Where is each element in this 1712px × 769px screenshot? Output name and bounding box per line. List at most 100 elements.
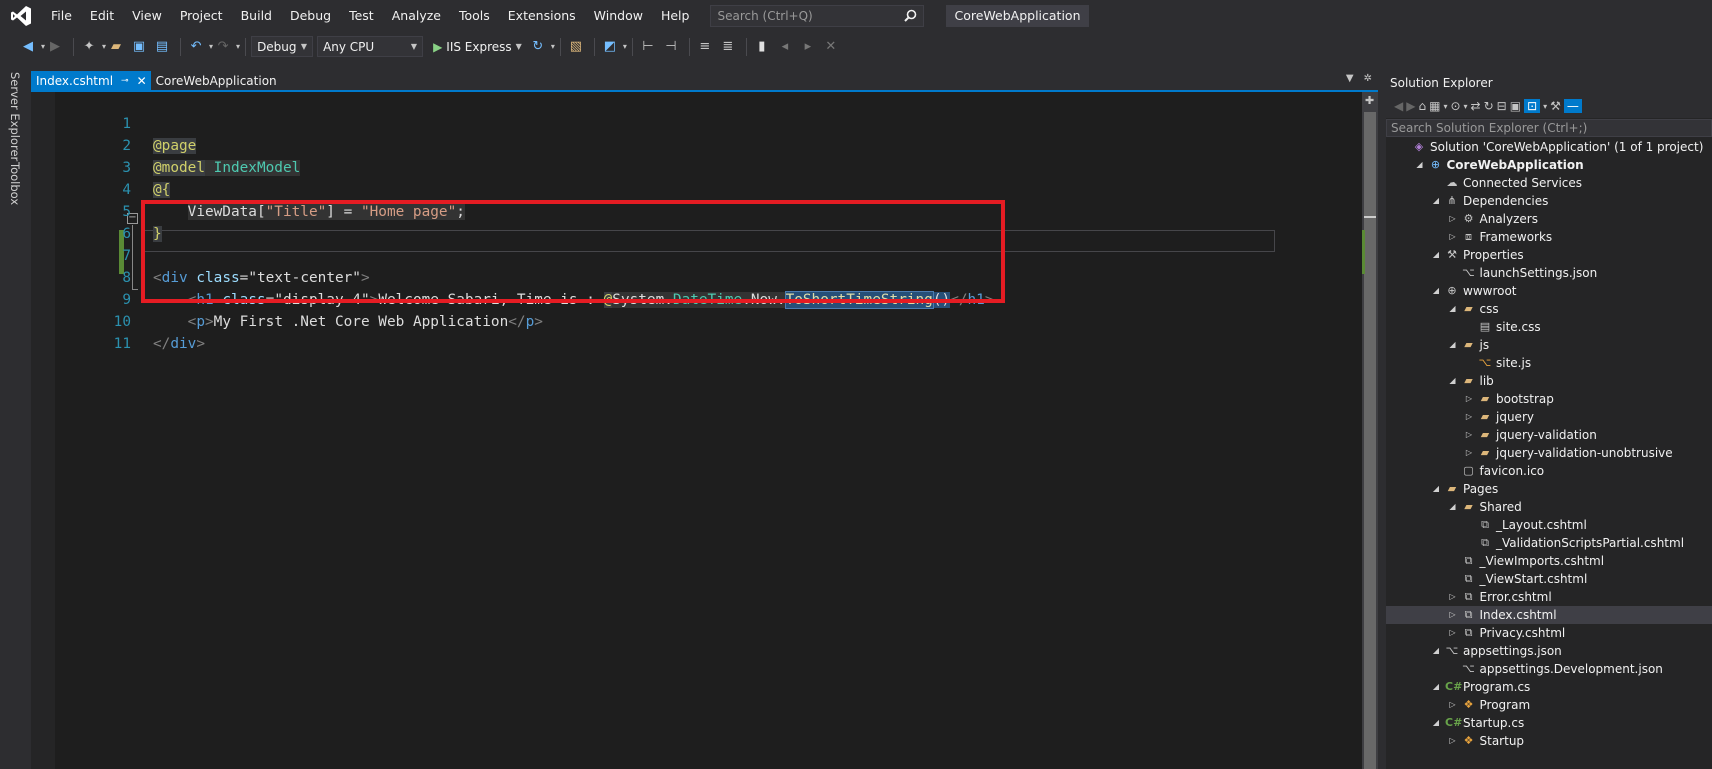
tree-node[interactable]: ◢ ⊕ wwwroot [1386,282,1712,300]
expand-arrow-icon[interactable]: ▷ [1448,624,1458,642]
solution-explorer-search[interactable]: Search Solution Explorer (Ctrl+;) [1386,119,1712,137]
tree-node[interactable]: ▷ ▰ jquery-validation-unobtrusive [1386,444,1712,462]
collapse-arrow-icon[interactable]: ◢ [1431,282,1441,300]
collapse-arrow-icon[interactable]: ◢ [1448,498,1458,516]
gear-icon[interactable]: ✲ [1364,73,1372,84]
properties-wrench-icon[interactable]: ⚒ [1550,99,1561,113]
breadcrumb[interactable]: CoreWebApplication [156,74,277,88]
forward-icon[interactable]: ▶ [1406,99,1415,113]
expand-arrow-icon[interactable]: ▷ [1464,408,1474,426]
pending-changes-filter-icon[interactable]: ⊙ [1450,99,1460,113]
tree-node[interactable]: ⧉ _ValidationScriptsPartial.cshtml [1386,534,1712,552]
save-all-icon[interactable]: ▤ [152,37,172,57]
tree-node[interactable]: ▷ ⧉ Privacy.cshtml [1386,624,1712,642]
menu-build[interactable]: Build [232,0,281,31]
expand-arrow-icon[interactable]: ▷ [1448,588,1458,606]
tree-node[interactable]: ▷ ⧈ Frameworks [1386,228,1712,246]
undo-icon[interactable]: ↶ [186,37,206,57]
tree-node[interactable]: ▷ ▰ bootstrap [1386,390,1712,408]
solution-platform-dropdown[interactable]: Any CPU ▼ [317,36,424,57]
scrollbar-thumb[interactable] [1364,112,1376,769]
collapse-arrow-icon[interactable]: ◢ [1431,246,1441,264]
next-bookmark-icon[interactable]: ▸ [798,37,818,57]
show-all-files-icon[interactable]: ▣ [1510,99,1521,113]
tree-node[interactable]: ◢ ▰ Shared [1386,498,1712,516]
menu-project[interactable]: Project [171,0,232,31]
expand-arrow-icon[interactable]: ▷ [1448,210,1458,228]
visual-studio-logo-icon[interactable] [0,0,42,31]
menu-test[interactable]: Test [340,0,383,31]
collapse-all-icon[interactable]: ⊟ [1497,99,1507,113]
expand-arrow-icon[interactable]: ▷ [1448,696,1458,714]
collapse-arrow-icon[interactable]: ◢ [1431,678,1441,696]
tree-node[interactable]: ▷ ▰ jquery [1386,408,1712,426]
menu-window[interactable]: Window [585,0,652,31]
tree-node[interactable]: ⧉ _ViewStart.cshtml [1386,570,1712,588]
menu-help[interactable]: Help [652,0,699,31]
step-into-icon[interactable]: ⊢ [638,37,658,57]
expand-arrow-icon[interactable]: ▷ [1448,228,1458,246]
menu-view[interactable]: View [123,0,171,31]
server-explorer-tab[interactable]: Server Explorer [8,72,22,161]
collapse-arrow-icon[interactable]: ◢ [1448,300,1458,318]
refresh-icon[interactable]: ↻ [1484,99,1494,113]
solution-configuration-dropdown[interactable]: Debug ▼ [251,36,314,57]
tree-node[interactable]: ◢ ▰ js [1386,336,1712,354]
tree-node[interactable]: ◢ C# Startup.cs [1386,714,1712,732]
tree-node[interactable]: ◢ ⊕ CoreWebApplication [1386,156,1712,174]
menu-tools[interactable]: Tools [450,0,499,31]
tree-node[interactable]: ◢ ⌥ appsettings.json [1386,642,1712,660]
tree-node[interactable]: ▷ ▰ jquery-validation [1386,426,1712,444]
tree-node[interactable]: ◢ ▰ lib [1386,372,1712,390]
tree-node[interactable]: ◢ ⚒ Properties [1386,246,1712,264]
bookmark-icon[interactable]: ▮ [752,37,772,57]
navigate-back-icon[interactable]: ◀ [18,37,38,57]
pin-icon[interactable]: ⊸ [121,76,129,86]
tree-node[interactable]: ◢ ▰ Pages [1386,480,1712,498]
expand-arrow-icon[interactable]: ▷ [1448,606,1458,624]
browser-link-icon[interactable]: ◩ [600,37,620,57]
tree-node[interactable]: ▷ ⧉ Index.cshtml [1386,606,1712,624]
back-icon[interactable]: ◀ [1394,99,1403,113]
navigate-forward-icon[interactable]: ▶ [45,37,65,57]
clear-bookmarks-icon[interactable]: ✕ [821,37,841,57]
chevron-down-icon[interactable]: ▾ [1543,102,1547,111]
collapse-arrow-icon[interactable]: ◢ [1431,642,1441,660]
code-editor[interactable]: − 1 @page 2 @model IndexModel 3 @{ 4 Vie… [31,92,1362,769]
refresh-dropdown-icon[interactable]: ▾ [551,42,555,51]
tab-overflow-icon[interactable]: ▼ [1346,73,1354,84]
split-window-icon[interactable]: ✚ [1365,94,1374,107]
save-icon[interactable]: ▣ [129,37,149,57]
tree-node[interactable]: ⌥ appsettings.Development.json [1386,660,1712,678]
switch-views-icon[interactable]: ▦ [1429,99,1440,113]
tree-node[interactable]: ▷ ⚙ Analyzers [1386,210,1712,228]
menu-analyze[interactable]: Analyze [383,0,450,31]
new-project-icon[interactable]: ✦ [79,37,99,57]
auto-hide-icon[interactable]: — [1563,99,1582,113]
expand-arrow-icon[interactable]: ▷ [1464,444,1474,462]
collapse-arrow-icon[interactable]: ◢ [1415,156,1425,174]
collapse-arrow-icon[interactable]: ◢ [1448,336,1458,354]
chevron-down-icon[interactable]: ▾ [1464,102,1468,111]
find-in-files-icon[interactable]: ▧ [566,37,586,57]
redo-dropdown-icon[interactable]: ▾ [236,42,240,51]
menu-debug[interactable]: Debug [281,0,340,31]
tree-node[interactable]: ◢ ⋔ Dependencies [1386,192,1712,210]
tree-node[interactable]: ◢ ▰ css [1386,300,1712,318]
comment-lines-icon[interactable]: ≡ [695,37,715,57]
tree-node[interactable]: ▤ site.css [1386,318,1712,336]
tree-node[interactable]: ◈ Solution 'CoreWebApplication' (1 of 1 p… [1386,138,1712,156]
tree-node[interactable]: ▢ favicon.ico [1386,462,1712,480]
tree-node[interactable]: ⌥ launchSettings.json [1386,264,1712,282]
menu-edit[interactable]: Edit [81,0,123,31]
sync-active-document-icon[interactable]: ⇄ [1471,99,1481,113]
menu-extensions[interactable]: Extensions [499,0,585,31]
browser-link-dropdown-icon[interactable]: ▾ [623,42,627,51]
previous-bookmark-icon[interactable]: ◂ [775,37,795,57]
expand-arrow-icon[interactable]: ▷ [1448,732,1458,750]
collapse-arrow-icon[interactable]: ◢ [1431,714,1441,732]
tree-node[interactable]: ⌥ site.js [1386,354,1712,372]
tree-node[interactable]: ⧉ _ViewImports.cshtml [1386,552,1712,570]
expand-arrow-icon[interactable]: ▷ [1464,426,1474,444]
toolbox-tab[interactable]: Toolbox [8,162,22,205]
